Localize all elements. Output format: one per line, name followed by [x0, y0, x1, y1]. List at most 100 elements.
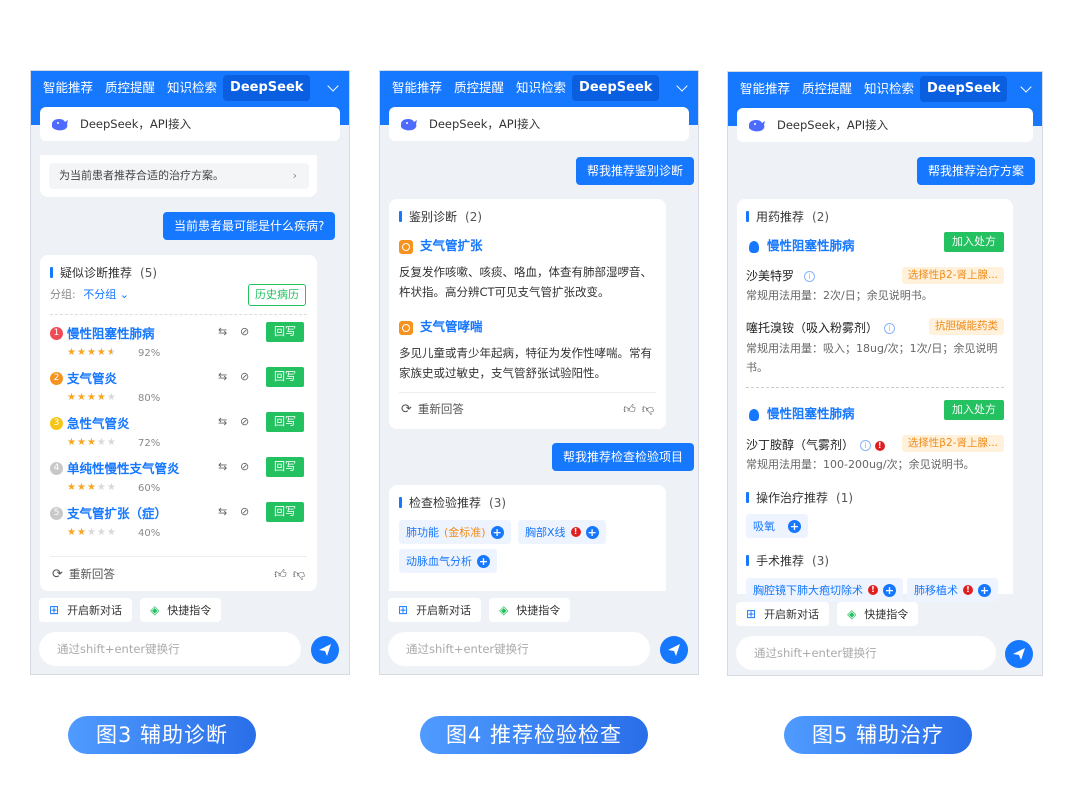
- caption-figure4: 图4 推荐检验检查: [420, 716, 648, 754]
- info-icon[interactable]: i: [883, 323, 895, 334]
- diagnosis-row[interactable]: 3 急性气管炎 ★★★★★ 72% ⇆ ⊘ 回写: [50, 412, 307, 456]
- add-icon[interactable]: +: [788, 519, 801, 533]
- quick-command-label: 快捷指令: [516, 604, 561, 617]
- tab-knowledge-search[interactable]: 知识检索: [161, 75, 223, 101]
- diagnosis-name[interactable]: 慢性阻塞性肺病: [67, 323, 155, 342]
- info-icon[interactable]: i: [859, 440, 871, 451]
- tab-smart-recommend[interactable]: 智能推荐: [386, 75, 448, 101]
- medicine-name[interactable]: 噻托溴铵（吸入粉雾剂） i: [746, 319, 895, 336]
- tab-knowledge-search[interactable]: 知识检索: [858, 76, 920, 102]
- prompt-suggestion[interactable]: 为当前患者推荐合适的治疗方案。 ›: [49, 163, 309, 189]
- section-count: (2): [812, 209, 830, 224]
- add-icon[interactable]: +: [477, 554, 490, 568]
- add-icon[interactable]: +: [490, 525, 504, 539]
- thumbs-down-icon[interactable]: 👎︎: [642, 402, 654, 417]
- rewrite-button[interactable]: 回写: [266, 457, 304, 477]
- history-record-button[interactable]: 历史病历: [248, 284, 306, 306]
- thumbs-down-icon[interactable]: 👎︎: [293, 567, 305, 582]
- medicine-name-text: 噻托溴铵（吸入粉雾剂）: [746, 321, 879, 335]
- block-icon[interactable]: ⊘: [240, 460, 249, 473]
- diff-item-title[interactable]: 支气管哮喘: [399, 316, 483, 335]
- section-title-text: 疑似诊断推荐: [60, 266, 133, 280]
- star-full-icon: ★: [67, 347, 77, 358]
- block-icon[interactable]: ⊘: [240, 370, 249, 383]
- flow-icon[interactable]: ⇆: [218, 415, 227, 428]
- new-chat-button[interactable]: ⊞ 开启新对话: [388, 598, 482, 622]
- thumbs-up-icon[interactable]: 👍︎: [274, 567, 287, 582]
- chevron-down-icon[interactable]: [1020, 81, 1032, 93]
- diff-item-title[interactable]: 支气管扩张: [399, 235, 483, 254]
- rank-badge: 2: [50, 372, 63, 385]
- flow-icon[interactable]: ⇆: [218, 370, 227, 383]
- tab-smart-recommend[interactable]: 智能推荐: [37, 75, 99, 101]
- block-icon[interactable]: ⊘: [240, 325, 249, 338]
- regenerate-label[interactable]: 重新回答: [418, 401, 464, 417]
- chevron-down-icon: ⌄: [119, 288, 129, 301]
- flow-icon[interactable]: ⇆: [218, 505, 227, 518]
- test-chip[interactable]: 动脉血气分析 +: [399, 549, 497, 573]
- rewrite-button[interactable]: 回写: [266, 412, 304, 432]
- medicine-name[interactable]: 沙美特罗 i: [746, 267, 815, 284]
- block-icon[interactable]: ⊘: [240, 415, 249, 428]
- rewrite-button[interactable]: 回写: [266, 367, 304, 387]
- refresh-icon[interactable]: ⟳: [401, 402, 412, 417]
- regenerate-label[interactable]: 重新回答: [69, 566, 115, 582]
- star-full-icon: ★: [96, 392, 107, 403]
- quick-command-button[interactable]: ◈ 快捷指令: [837, 602, 919, 626]
- tab-smart-recommend[interactable]: 智能推荐: [734, 76, 796, 102]
- bulb-icon: [749, 240, 759, 253]
- diagnosis-row[interactable]: 2 支气管炎 ★★★★★ 80% ⇆ ⊘ 回写: [50, 367, 307, 411]
- tab-quality-alert[interactable]: 质控提醒: [99, 75, 161, 101]
- section-count: (5): [140, 265, 158, 280]
- tab-deepseek[interactable]: DeepSeek: [572, 75, 660, 101]
- diagnosis-row[interactable]: 1 慢性阻塞性肺病 ★★★★★ 92% ⇆ ⊘ 回写: [50, 322, 307, 366]
- tab-quality-alert[interactable]: 质控提醒: [448, 75, 510, 101]
- block-icon[interactable]: ⊘: [240, 505, 249, 518]
- diagnosis-name[interactable]: 单纯性慢性支气管炎: [67, 458, 180, 477]
- add-icon[interactable]: +: [883, 583, 896, 597]
- chat-input[interactable]: 通过shift+enter键换行: [39, 632, 301, 666]
- operation-chip[interactable]: 吸氧 +: [746, 514, 808, 538]
- divider: [746, 387, 1004, 388]
- new-chat-button[interactable]: ⊞ 开启新对话: [736, 602, 830, 626]
- diagnosis-name[interactable]: 支气管扩张（症）: [67, 503, 167, 522]
- refresh-icon[interactable]: ⟳: [52, 567, 63, 582]
- info-icon[interactable]: i: [803, 271, 815, 282]
- flow-icon[interactable]: ⇆: [218, 325, 227, 338]
- tab-knowledge-search[interactable]: 知识检索: [510, 75, 572, 101]
- section-title-text: 检查检验推荐: [409, 496, 482, 510]
- tab-quality-alert[interactable]: 质控提醒: [796, 76, 858, 102]
- add-icon[interactable]: +: [978, 583, 991, 597]
- diff-item-desc: 多见儿童或青少年起病，特征为发作性哮喘。常有家族史或过敏史，支气管舒张试验阳性。: [399, 346, 652, 380]
- flow-icon[interactable]: ⇆: [218, 460, 227, 473]
- send-button[interactable]: [660, 636, 688, 664]
- rewrite-button[interactable]: 回写: [266, 502, 304, 522]
- diagnosis-name[interactable]: 急性气管炎: [67, 413, 130, 432]
- add-icon[interactable]: +: [585, 525, 599, 539]
- chat-input[interactable]: 通过shift+enter键换行: [388, 632, 650, 666]
- add-prescription-button[interactable]: 加入处方: [944, 232, 1004, 252]
- new-chat-button[interactable]: ⊞ 开启新对话: [39, 598, 133, 622]
- tab-deepseek[interactable]: DeepSeek: [223, 75, 311, 101]
- send-button[interactable]: [311, 636, 339, 664]
- quick-command-button[interactable]: ◈ 快捷指令: [140, 598, 222, 622]
- tab-deepseek[interactable]: DeepSeek: [920, 76, 1008, 102]
- medicine-name[interactable]: 沙丁胺醇（气雾剂） i !: [746, 436, 885, 453]
- test-chip[interactable]: 胸部X线 ! +: [518, 520, 606, 544]
- quick-command-button[interactable]: ◈ 快捷指令: [489, 598, 571, 622]
- chevron-down-icon[interactable]: [676, 80, 688, 92]
- rewrite-button[interactable]: 回写: [266, 322, 304, 342]
- add-prescription-button[interactable]: 加入处方: [944, 400, 1004, 420]
- group-selector[interactable]: 分组: 不分组 ⌄: [50, 286, 129, 302]
- quick-command-icon: ◈: [847, 607, 857, 621]
- send-button[interactable]: [1005, 640, 1033, 668]
- thumbs-up-icon[interactable]: 👍︎: [623, 402, 636, 417]
- diagnosis-row[interactable]: 4 单纯性慢性支气管炎 ★★★★★ 60% ⇆ ⊘ 回写: [50, 457, 307, 501]
- chevron-down-icon[interactable]: [327, 80, 339, 92]
- test-chip[interactable]: 肺功能 (金标准) +: [399, 520, 511, 544]
- section-count: (1): [836, 490, 854, 505]
- diagnosis-row[interactable]: 5 支气管扩张（症） ★★★★★ 40% ⇆ ⊘ 回写: [50, 502, 307, 546]
- bottom-toolbar: ⊞ 开启新对话 ◈ 快捷指令: [31, 595, 349, 625]
- chat-input[interactable]: 通过shift+enter键换行: [736, 636, 996, 670]
- diagnosis-name[interactable]: 支气管炎: [67, 368, 117, 387]
